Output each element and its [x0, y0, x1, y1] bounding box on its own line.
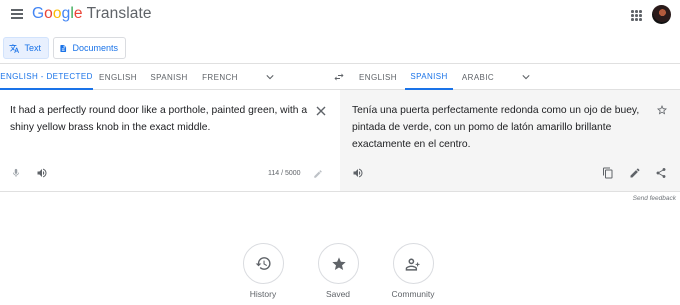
community-icon	[405, 258, 420, 271]
source-lang-spanish[interactable]: SPANISH	[143, 64, 195, 90]
chevron-down-icon[interactable]	[522, 73, 530, 81]
top-bar: Google Translate	[0, 0, 680, 32]
history-label: History	[249, 289, 277, 299]
speaker-icon[interactable]	[36, 167, 48, 179]
logo-letter: e	[73, 5, 83, 22]
character-counter: 114 / 5000	[268, 170, 301, 177]
document-icon	[60, 44, 67, 52]
microphone-icon[interactable]	[11, 167, 21, 179]
handwriting-icon[interactable]	[313, 169, 323, 179]
source-lang-english[interactable]: ENGLISH	[93, 64, 143, 90]
star-outline-icon[interactable]	[656, 104, 668, 116]
translate-icon	[9, 43, 20, 53]
source-lang-french[interactable]: FRENCH	[195, 64, 245, 90]
saved-label: Saved	[325, 289, 351, 299]
copy-icon[interactable]	[602, 167, 614, 179]
history-button[interactable]	[243, 243, 284, 284]
user-avatar[interactable]	[652, 5, 671, 24]
send-feedback-link[interactable]: Send feedback	[600, 195, 676, 202]
close-icon[interactable]	[316, 106, 326, 116]
chevron-down-icon[interactable]	[266, 73, 274, 81]
saved-button[interactable]	[318, 243, 359, 284]
target-lang-arabic[interactable]: ARABIC	[457, 64, 499, 90]
share-icon[interactable]	[655, 167, 667, 179]
documents-mode-label: Documents	[72, 43, 118, 53]
apps-grid-icon[interactable]	[631, 10, 642, 21]
community-button[interactable]	[393, 243, 434, 284]
documents-mode-button[interactable]: Documents	[53, 37, 126, 59]
star-icon	[331, 256, 346, 270]
text-mode-label: Text	[24, 43, 41, 53]
community-label: Community	[391, 289, 435, 299]
target-lang-english[interactable]: ENGLISH	[355, 64, 401, 90]
logo-letter: G	[32, 5, 45, 22]
speaker-icon[interactable]	[352, 167, 364, 179]
logo-letter: o	[52, 5, 62, 22]
language-bar: ENGLISH - DETECTED ENGLISH SPANISH FRENC…	[0, 64, 680, 90]
menu-icon[interactable]	[11, 9, 23, 19]
swap-languages-icon[interactable]	[333, 71, 345, 83]
mode-bar: Text Documents	[0, 32, 680, 64]
translation-output: Tenía una puerta perfectamente redonda c…	[352, 105, 640, 150]
logo-letter: o	[44, 5, 53, 22]
target-lang-spanish[interactable]: SPANISH	[405, 64, 453, 90]
source-panel: It had a perfectly round door like a por…	[0, 90, 340, 192]
source-text-input[interactable]: It had a perfectly round door like a por…	[10, 102, 308, 136]
text-mode-button[interactable]: Text	[3, 37, 49, 59]
edit-pencil-icon[interactable]	[629, 167, 641, 179]
app-logo[interactable]: Google Translate	[32, 5, 152, 23]
target-panel: Tenía una puerta perfectamente redonda c…	[340, 90, 680, 192]
history-icon	[255, 257, 271, 270]
source-lang-detected[interactable]: ENGLISH - DETECTED	[0, 64, 93, 90]
product-name: Translate	[86, 5, 152, 22]
